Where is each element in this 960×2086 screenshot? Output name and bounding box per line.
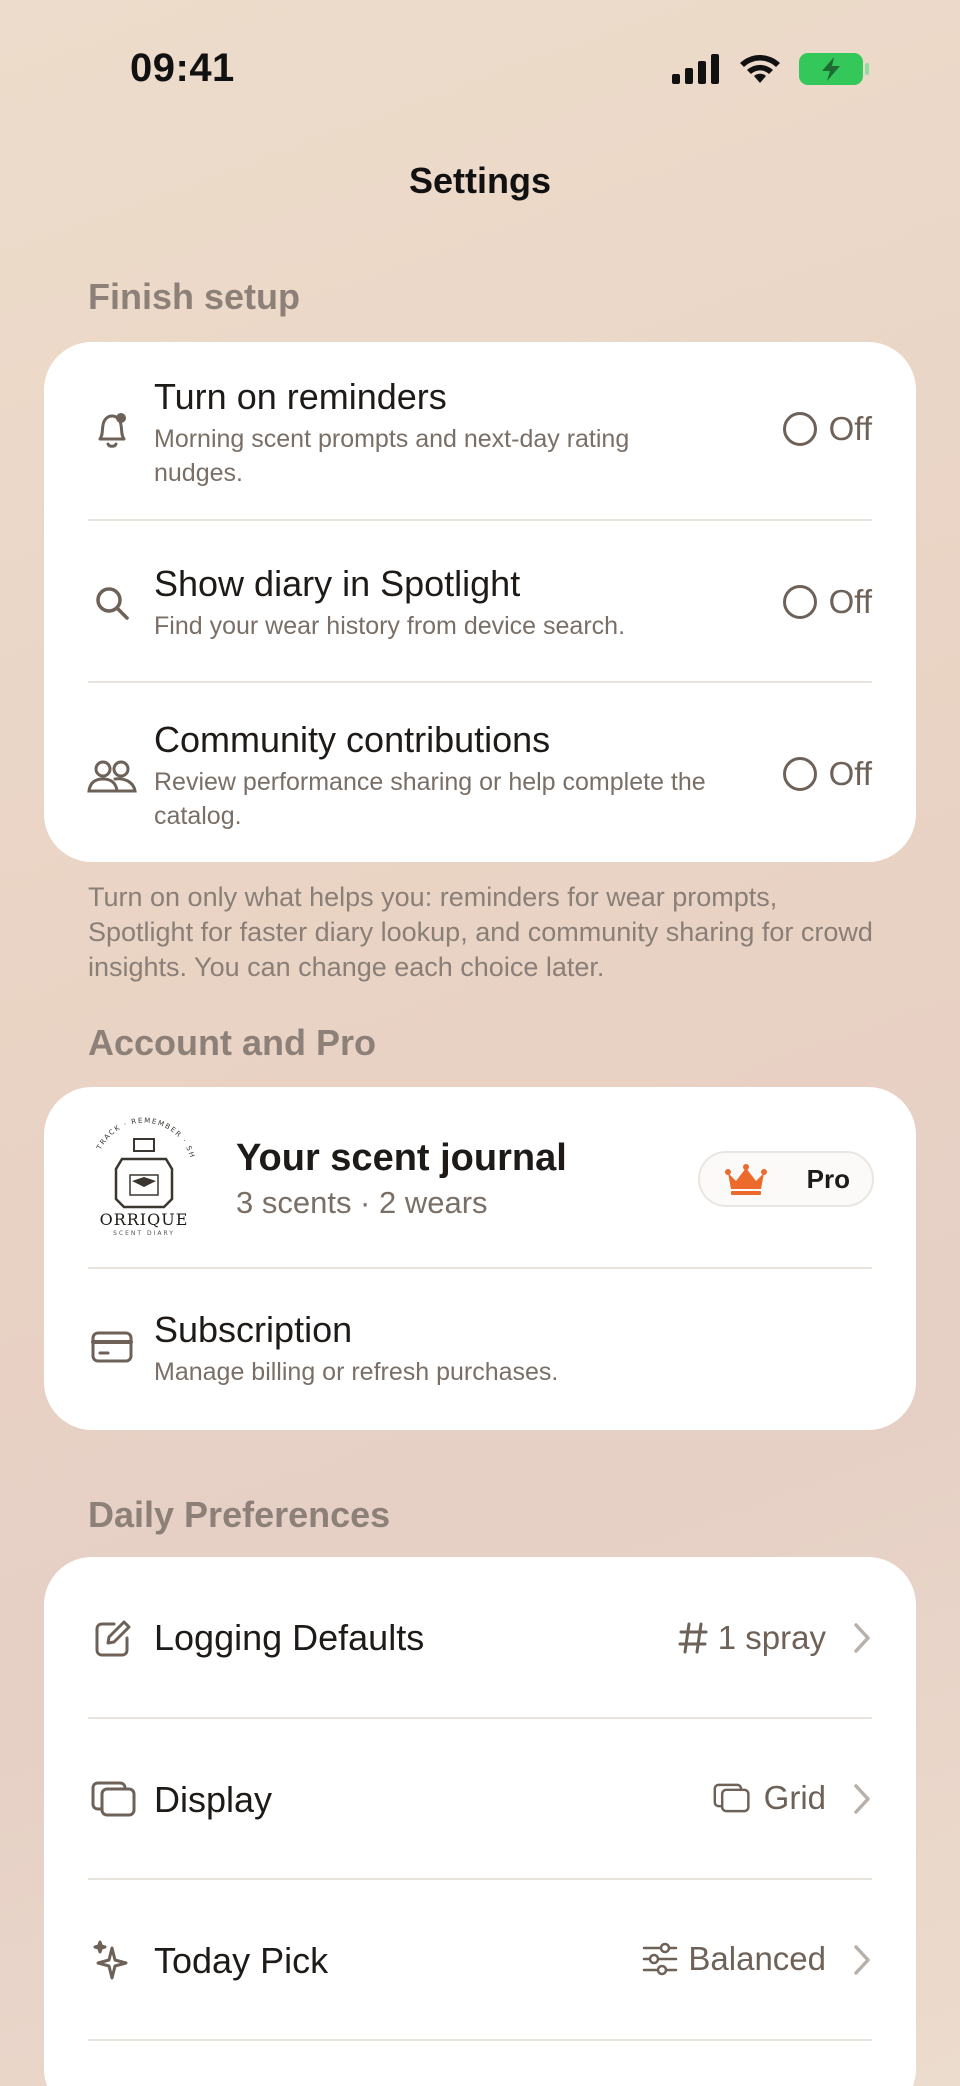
- battery-charging-icon: [799, 53, 869, 85]
- chevron-right-icon: [854, 1784, 870, 1814]
- spotlight-state: Off: [828, 583, 872, 620]
- finish-setup-footnote: Turn on only what helps you: reminders f…: [88, 882, 873, 982]
- spotlight-toggle[interactable]: Off: [782, 583, 872, 621]
- pro-badge-label: Pro: [806, 1163, 850, 1194]
- community-title: Community contributions: [154, 719, 551, 760]
- subscription-subtitle: Manage billing or refresh purchases.: [154, 1358, 559, 1386]
- section-title-account: Account and Pro: [88, 1022, 377, 1063]
- display-value: Grid: [710, 1779, 826, 1817]
- chevron-right-icon: [854, 1945, 870, 1975]
- app-logo: TRACK · REMEMBER · SHARE ORRIQUE SCENT D…: [81, 1111, 204, 1237]
- sliders-icon: [643, 1942, 678, 1976]
- credit-card-icon: [91, 1331, 133, 1363]
- logging-defaults-title: Logging Defaults: [154, 1617, 425, 1658]
- logo-subtext: SCENT DIARY: [113, 1230, 175, 1237]
- reminders-state: Off: [828, 410, 872, 447]
- wifi-icon: [740, 55, 780, 83]
- page-title: Settings: [408, 160, 551, 201]
- today-pick-value: Balanced: [642, 1940, 826, 1978]
- section-title-daily: Daily Preferences: [88, 1494, 391, 1535]
- radio-circle-icon: [782, 412, 817, 446]
- logo-wordmark: ORRIQUE: [100, 1210, 189, 1229]
- search-icon: [96, 587, 129, 620]
- account-card: TRACK · REMEMBER · SHARE ORRIQUE SCENT D…: [44, 1087, 916, 1430]
- logging-defaults-row[interactable]: Logging Defaults 1 spray: [44, 1557, 916, 1718]
- daily-preferences-card: Logging Defaults 1 spray Display Grid To…: [44, 1557, 916, 2086]
- section-title-finish-setup: Finish setup: [88, 276, 301, 317]
- journal-row[interactable]: TRACK · REMEMBER · SHARE ORRIQUE SCENT D…: [44, 1087, 916, 1267]
- reminders-toggle[interactable]: Off: [782, 410, 872, 448]
- spotlight-title: Show diary in Spotlight: [154, 563, 521, 604]
- journal-subtitle: 3 scents · 2 wears: [236, 1185, 488, 1220]
- spotlight-row[interactable]: Show diary in Spotlight Find your wear h…: [44, 521, 916, 681]
- subscription-row[interactable]: Subscription Manage billing or refresh p…: [44, 1269, 916, 1430]
- status-icons: [672, 52, 870, 86]
- display-row[interactable]: Display Grid: [44, 1719, 916, 1879]
- community-row[interactable]: Community contributions Review performan…: [44, 683, 916, 862]
- reminders-title: Turn on reminders: [154, 376, 447, 417]
- pro-badge[interactable]: Pro: [698, 1151, 874, 1207]
- status-bar: 09:41: [0, 0, 960, 140]
- today-pick-row[interactable]: Today Pick Balanced: [44, 1880, 916, 2041]
- community-state: Off: [828, 755, 872, 792]
- reminders-row[interactable]: Turn on reminders Morning scent prompts …: [44, 342, 916, 520]
- people-icon: [87, 760, 137, 793]
- today-pick-value-text: Balanced: [688, 1940, 826, 1977]
- radio-circle-icon: [782, 585, 817, 619]
- edit-icon: [95, 1620, 131, 1657]
- chevron-right-icon: [854, 1623, 870, 1653]
- radio-circle-icon: [782, 757, 817, 791]
- cellular-signal-icon: [672, 54, 719, 84]
- layers-icon: [713, 1783, 750, 1813]
- layers-icon: [91, 1781, 136, 1817]
- community-subtitle: Review performance sharing or help compl…: [154, 768, 706, 830]
- today-pick-title: Today Pick: [154, 1940, 329, 1981]
- logging-defaults-value: 1 spray: [678, 1619, 826, 1657]
- display-title: Display: [154, 1779, 273, 1820]
- crown-icon: [725, 1164, 767, 1195]
- divider: [88, 2039, 872, 2041]
- logging-defaults-value-text: 1 spray: [717, 1619, 826, 1656]
- subscription-title: Subscription: [154, 1309, 353, 1350]
- display-value-text: Grid: [763, 1779, 826, 1816]
- spotlight-subtitle: Find your wear history from device searc…: [154, 612, 626, 640]
- community-toggle[interactable]: Off: [782, 755, 872, 793]
- journal-title: Your scent journal: [236, 1137, 567, 1179]
- reminders-subtitle: Morning scent prompts and next-day ratin…: [154, 425, 630, 487]
- status-time: 09:41: [130, 46, 235, 90]
- sparkle-icon: [93, 1940, 128, 1980]
- perfume-bottle-logo-icon: TRACK · REMEMBER · SHARE ORRIQUE SCENT D…: [81, 1111, 195, 1237]
- finish-setup-card: Turn on reminders Morning scent prompts …: [44, 342, 916, 862]
- bell-icon: [98, 413, 126, 448]
- hash-icon: [678, 1622, 708, 1654]
